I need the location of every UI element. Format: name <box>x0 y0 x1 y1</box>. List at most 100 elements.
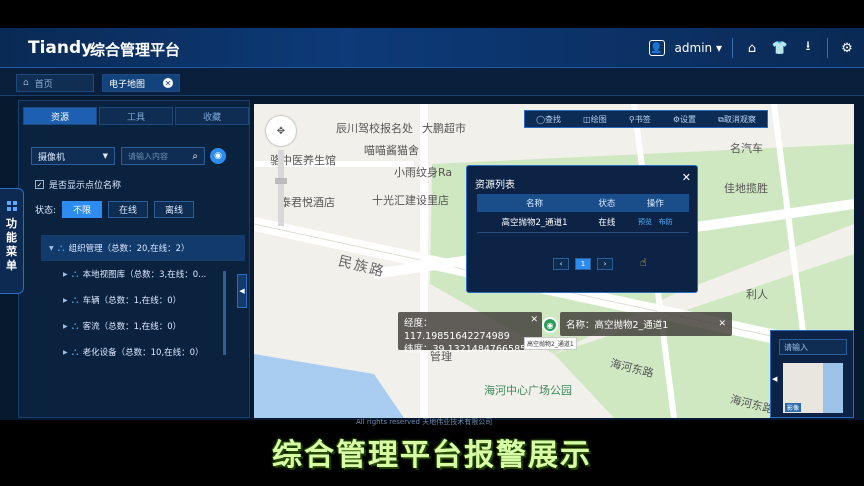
mini-map-search-input[interactable]: 请输入 <box>779 339 847 355</box>
tree-scrollbar[interactable] <box>223 271 226 355</box>
expand-icon[interactable]: ▶ <box>63 271 68 278</box>
download-icon[interactable]: ⭳ <box>799 39 817 57</box>
close-icon[interactable]: ✕ <box>530 314 538 327</box>
locate-button[interactable]: ◉ <box>210 148 226 164</box>
checkbox-label: 是否显示点位名称 <box>49 181 122 191</box>
status-label: 状态: <box>35 206 57 216</box>
checkbox-icon: ✓ <box>35 180 44 189</box>
search-input[interactable]: 请输入内容 ⌕ <box>121 147 205 165</box>
prev-page-button[interactable]: ‹ <box>553 258 569 270</box>
map-label: 小雨纹身Ra <box>394 166 453 179</box>
show-name-checkbox[interactable]: ✓ 是否显示点位名称 <box>35 178 121 191</box>
expand-icon[interactable]: ▶ <box>63 297 68 304</box>
page-button[interactable]: 1 <box>575 258 591 270</box>
collapse-panel-button[interactable]: ◀ <box>237 274 247 308</box>
function-menu-button[interactable]: 功能菜单 <box>0 188 24 294</box>
map-tool-find[interactable]: ◯查找 <box>536 114 561 125</box>
grid-icon <box>6 201 17 211</box>
tab-home[interactable]: ⌂ 首页 <box>16 74 94 92</box>
map-tool-bookmark[interactable]: ⚲书签 <box>629 114 651 125</box>
close-icon[interactable]: ✕ <box>163 78 173 88</box>
user-name: admin <box>674 41 713 55</box>
close-icon[interactable]: ✕ <box>682 171 691 184</box>
search-icon[interactable]: ⌕ <box>192 151 198 162</box>
tabs-bar: ⌂ 首页 电子地图 ✕ <box>0 68 864 96</box>
map-tool-draw[interactable]: ◫绘图 <box>583 114 607 125</box>
status-offline-button[interactable]: 离线 <box>154 201 195 218</box>
camera-marker-icon[interactable]: ◉ <box>542 317 558 333</box>
tree-node[interactable]: ▶ ⛬ 客流（总数：1,在线：0） <box>41 313 245 339</box>
video-caption: 综合管理平台报警展示 <box>272 438 592 473</box>
org-icon: ⛬ <box>71 346 79 358</box>
map-tool-cancel-observe[interactable]: ⧉取消观察 <box>718 114 756 125</box>
gear-icon[interactable]: ⚙ <box>838 39 856 57</box>
letterbox-top <box>0 0 864 28</box>
user-menu[interactable]: admin ▾ <box>675 41 722 55</box>
resource-list-popup: 资源列表 ✕ 名称 状态 操作 高空抛物2_通道1 在线 预览 布防 ‹ 1 › <box>466 165 698 293</box>
marker-name-tooltip: 名称：高空抛物2_通道1 ✕ <box>560 312 732 336</box>
org-icon: ⛬ <box>71 320 79 332</box>
table-row[interactable]: 高空抛物2_通道1 在线 预览 布防 <box>477 212 689 233</box>
tree-node-label: 车辆（总数：1,在线：0） <box>82 296 182 306</box>
org-icon: ⛬ <box>57 242 65 254</box>
pointer-cursor-icon: ☝ <box>640 256 647 269</box>
brand-logo: Tiandy <box>28 38 93 58</box>
map-label: 辰川驾校报名处 <box>336 122 413 135</box>
status-any-button[interactable]: 不限 <box>62 201 103 218</box>
zoom-slider[interactable] <box>275 150 287 226</box>
longitude-text: 经度：117.19851642274989 <box>404 318 510 342</box>
device-type-select[interactable]: 摄像机 ▼ <box>31 147 115 165</box>
select-value: 摄像机 <box>38 152 66 163</box>
search-placeholder: 请输入内容 <box>128 151 168 161</box>
resource-name: 高空抛物2_通道1 <box>477 212 593 233</box>
home-icon[interactable]: ⌂ <box>743 39 761 57</box>
tab-emap[interactable]: 电子地图 ✕ <box>102 74 180 92</box>
user-icon[interactable]: 👤 <box>648 40 665 56</box>
divider <box>827 38 828 58</box>
map-label: 名汽车 <box>730 142 763 155</box>
resource-status: 在线 <box>592 212 622 233</box>
org-icon: ⛬ <box>71 268 79 280</box>
tree-node[interactable]: ▶ ⛬ 本地视图库（总数：3,在线：0... <box>41 261 245 287</box>
expand-icon[interactable]: ▶ <box>63 323 68 330</box>
map-tool-settings[interactable]: ⚙设置 <box>673 114 696 125</box>
header-actions: 👤 admin ▾ ⌂ 👕 ⭳ ⚙ <box>648 37 856 59</box>
divider <box>732 38 733 58</box>
chevron-left-icon[interactable]: ◀ <box>772 375 777 383</box>
tree-node[interactable]: ▶ ⛬ 老化设备（总数：10,在线：0） <box>41 339 245 365</box>
preview-link[interactable]: 预览 <box>638 218 652 226</box>
imagery-badge: 影像 <box>785 403 802 412</box>
close-icon[interactable]: ✕ <box>718 319 726 329</box>
resource-ops: 预览 布防 <box>621 212 689 233</box>
arm-link[interactable]: 布防 <box>659 218 673 226</box>
latitude-text: 纬度：39.1321484766585 <box>404 344 527 355</box>
map-view[interactable]: 辰川驾校报名处 大鹏超市 喵喵酱猫舍 小雨纹身Ra 骆中医养生馆 泰君悦酒店 十… <box>254 104 854 418</box>
expand-icon[interactable]: ▼ <box>49 245 54 252</box>
copyright-text: All rights reserved 天地伟业技术有限公司 <box>356 418 493 426</box>
compass-icon[interactable]: ✥ <box>266 116 296 146</box>
app-header: Tiandy 综合管理平台 👤 admin ▾ ⌂ 👕 ⭳ ⚙ <box>0 28 864 68</box>
chevron-down-icon: ▼ <box>102 152 108 160</box>
shirt-icon[interactable]: 👕 <box>771 39 789 57</box>
tab-favorites[interactable]: 收藏 <box>175 107 249 125</box>
tab-tools[interactable]: 工具 <box>99 107 173 125</box>
zoom-handle[interactable] <box>275 178 287 184</box>
expand-icon[interactable]: ▶ <box>63 349 68 356</box>
tree-node-label: 组织管理（总数：20,在线：2） <box>68 244 190 254</box>
home-icon: ⌂ <box>23 78 29 88</box>
tree-node-label: 本地视图库（总数：3,在线：0... <box>82 270 207 280</box>
tree-node[interactable]: ▶ ⛬ 车辆（总数：1,在线：0） <box>41 287 245 313</box>
function-menu-label: 功能菜单 <box>6 217 17 272</box>
tab-label: 首页 <box>34 79 53 90</box>
tree-node-label: 客流（总数：1,在线：0） <box>82 322 182 332</box>
app-window: Tiandy 综合管理平台 👤 admin ▾ ⌂ 👕 ⭳ ⚙ ⌂ 首页 电子地… <box>0 28 864 420</box>
mini-map-thumbnail[interactable]: 影像 <box>783 363 843 413</box>
map-label: 利人 <box>746 288 768 301</box>
status-online-button[interactable]: 在线 <box>108 201 149 218</box>
marker-name: 名称：高空抛物2_通道1 <box>566 320 669 331</box>
map-toolbar: ◯查找 ◫绘图 ⚲书签 ⚙设置 ⧉取消观察 <box>524 110 768 128</box>
next-page-button[interactable]: › <box>597 258 613 270</box>
tab-resource[interactable]: 资源 <box>23 107 97 125</box>
map-label: 海河中心广场公园 <box>484 384 572 397</box>
tree-node-root[interactable]: ▼ ⛬ 组织管理（总数：20,在线：2） <box>41 235 245 261</box>
